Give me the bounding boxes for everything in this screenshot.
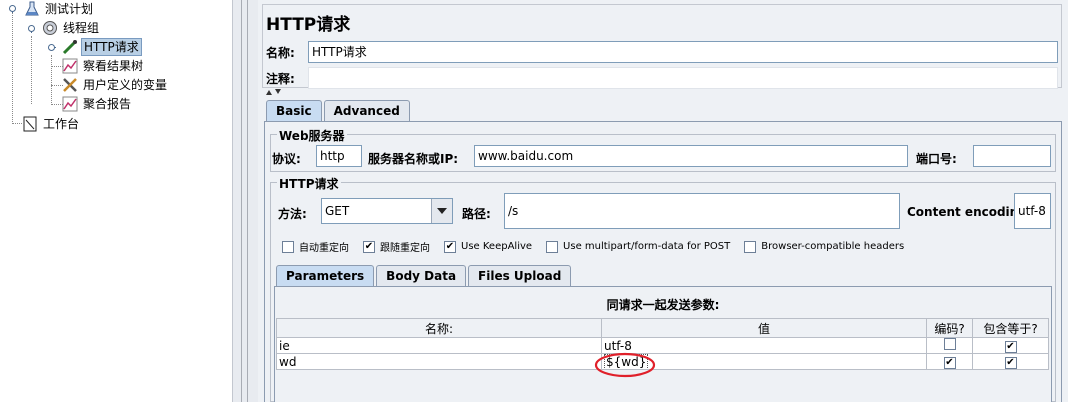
table-header-row: 名称: 值 编码? 包含等于? — [276, 318, 1049, 338]
name-label: 名称: — [266, 46, 295, 60]
tree-node-test-plan[interactable]: 测试计划 — [24, 0, 95, 18]
method-dropdown-button[interactable] — [431, 199, 452, 223]
tree-connector — [12, 123, 22, 124]
main-tabs: Basic Advanced — [266, 100, 412, 121]
checkbox[interactable] — [943, 338, 956, 350]
option-keepalive[interactable]: ✔ Use KeepAlive — [444, 239, 532, 254]
clipboard-icon — [23, 116, 37, 132]
graph-icon — [62, 96, 78, 112]
tree-node-label: 察看结果树 — [83, 59, 144, 73]
highlight-ellipse — [594, 352, 656, 378]
checkbox[interactable] — [282, 240, 294, 253]
splitter-grip — [241, 0, 242, 402]
option-multipart[interactable]: Use multipart/form-data for POST — [546, 239, 730, 254]
port-label: 端口号: — [916, 152, 957, 166]
tools-icon — [63, 78, 77, 92]
tree-connector — [51, 55, 52, 105]
tree-node-http-request[interactable]: HTTP请求 — [62, 38, 142, 56]
splitter-grip — [247, 0, 248, 402]
tree-node-user-variables[interactable]: 用户定义的变量 — [62, 76, 169, 94]
option-browser-headers[interactable]: Browser-compatible headers — [744, 239, 904, 254]
option-follow-redirect[interactable]: ✔ 跟随重定向 — [363, 239, 430, 254]
param-name-cell[interactable]: wd — [276, 353, 602, 370]
option-auto-redirect[interactable]: 自动重定向 — [282, 239, 349, 254]
http-request-title: HTTP请求 — [277, 175, 341, 192]
tab-body-data[interactable]: Body Data — [376, 265, 467, 286]
tree-node-thread-group[interactable]: 线程组 — [42, 19, 101, 37]
tree-node-label: HTTP请求 — [81, 38, 142, 56]
tree-node-label: 聚合报告 — [83, 97, 132, 111]
path-input[interactable]: /s — [504, 193, 900, 229]
expand-toggle-icon[interactable] — [8, 4, 17, 13]
checkbox[interactable]: ✔ — [1004, 357, 1017, 369]
encode-cell[interactable] — [926, 337, 973, 354]
include-equals-cell[interactable]: ✔ — [972, 353, 1049, 370]
protocol-label: 协议: — [272, 152, 301, 166]
name-input[interactable]: HTTP请求 — [308, 41, 1058, 63]
protocol-input[interactable]: http — [316, 145, 362, 167]
body-tabs: Parameters Body Data Files Upload — [276, 265, 573, 286]
column-header-encode[interactable]: 编码? — [926, 318, 973, 338]
collapse-arrows-icon[interactable] — [266, 89, 282, 95]
flask-icon — [25, 1, 39, 16]
tree-node-label: 测试计划 — [45, 2, 94, 16]
encoding-label: Content encoding: — [907, 205, 1032, 219]
expand-toggle-icon[interactable] — [27, 24, 36, 33]
web-server-title: Web服务器 — [277, 127, 347, 144]
tree-node-label: 工作台 — [43, 117, 80, 131]
parameters-caption: 同请求一起发送参数: — [606, 298, 720, 312]
page-title: HTTP请求 — [266, 15, 351, 35]
encode-cell[interactable]: ✔ — [926, 353, 973, 370]
table-row[interactable]: ie utf-8 ✔ — [276, 337, 1049, 354]
checkbox[interactable] — [546, 240, 559, 253]
tree-node-workbench[interactable]: 工作台 — [22, 115, 81, 133]
encoding-input[interactable]: utf-8 — [1014, 193, 1051, 229]
tab-files-upload[interactable]: Files Upload — [468, 265, 572, 286]
gear-icon — [43, 21, 57, 35]
comment-label: 注释: — [266, 72, 295, 86]
test-plan-tree: 测试计划 线程组 HTTP请求 察看结果树 用户定义的变量 聚合报告 工作台 — [0, 0, 232, 402]
checkbox[interactable]: ✔ — [363, 240, 375, 253]
http-request-panel: HTTP请求 名称: HTTP请求 注释: Basic Advanced Web… — [258, 0, 1068, 402]
parameters-table: 名称: 值 编码? 包含等于? ie utf-8 ✔ wd ${wd} ✔ ✔ — [276, 318, 1049, 370]
path-label: 路径: — [462, 207, 491, 221]
tree-node-view-results-tree[interactable]: 察看结果树 — [62, 57, 145, 75]
checkbox[interactable]: ✔ — [943, 357, 956, 369]
expand-toggle-icon[interactable] — [47, 43, 56, 52]
include-equals-cell[interactable]: ✔ — [972, 337, 1049, 354]
method-value: GET — [325, 204, 350, 218]
column-header-include-equals[interactable]: 包含等于? — [972, 318, 1049, 338]
checkbox[interactable]: ✔ — [1004, 341, 1017, 353]
checkbox[interactable] — [744, 240, 757, 253]
checkbox[interactable]: ✔ — [444, 240, 456, 253]
pane-splitter[interactable] — [232, 0, 258, 402]
server-input[interactable]: www.baidu.com — [474, 145, 908, 167]
column-header-value[interactable]: 值 — [601, 318, 927, 338]
tab-parameters[interactable]: Parameters — [276, 265, 375, 286]
graph-icon — [62, 58, 78, 74]
tree-node-label: 线程组 — [63, 21, 100, 35]
tree-node-label: 用户定义的变量 — [83, 78, 168, 92]
method-label: 方法: — [278, 207, 307, 221]
tree-connector — [31, 36, 32, 104]
comment-input[interactable] — [308, 67, 1058, 89]
column-header-name[interactable]: 名称: — [276, 318, 602, 338]
chevron-down-icon — [437, 208, 447, 214]
pipette-icon — [62, 40, 77, 55]
port-input[interactable] — [973, 145, 1051, 167]
table-row[interactable]: wd ${wd} ✔ ✔ — [276, 353, 1049, 370]
tree-node-aggregate-report[interactable]: 聚合报告 — [62, 95, 133, 113]
tab-advanced[interactable]: Advanced — [323, 100, 410, 121]
tree-connector — [12, 12, 13, 124]
options-row: 自动重定向 ✔ 跟随重定向 ✔ Use KeepAlive Use multipar… — [282, 239, 918, 254]
param-name-cell[interactable]: ie — [276, 337, 602, 354]
tab-basic[interactable]: Basic — [266, 100, 322, 121]
server-label: 服务器名称或IP: — [368, 152, 459, 166]
